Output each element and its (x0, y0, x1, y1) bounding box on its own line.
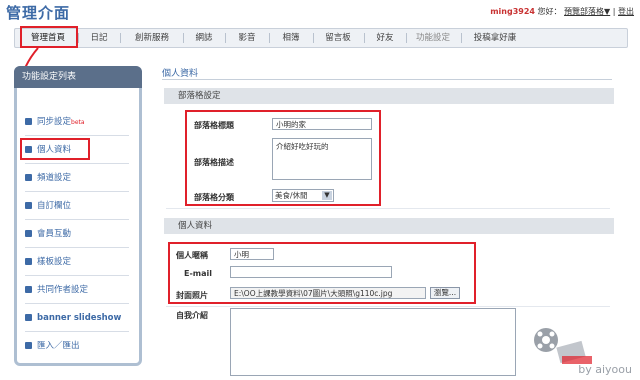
tab-video[interactable]: 影音 (228, 29, 266, 47)
sidebar-divider (25, 275, 129, 276)
about-me-field[interactable] (230, 308, 516, 376)
tab-divider (313, 33, 314, 43)
sidebar-item-member-interaction[interactable]: 會員互動 (23, 225, 133, 243)
sidebar-item-template[interactable]: 樣板設定 (23, 253, 133, 271)
sidebar-divider (25, 135, 129, 136)
row-divider (166, 306, 610, 307)
blog-settings-heading: 部落格設定 (164, 88, 614, 104)
tab-album[interactable]: 相簿 (272, 29, 310, 47)
sidebar-item-label: 樣板設定 (37, 257, 72, 267)
tab-innovation[interactable]: 創新服務 (123, 29, 181, 47)
nickname-field[interactable]: 小明 (230, 248, 274, 260)
sidebar-item-label: 頻道設定 (37, 173, 72, 183)
sidebar-item-custom-fields[interactable]: 自訂欄位 (23, 197, 133, 215)
sidebar-item-label: 匯入／匯出 (37, 341, 80, 351)
nickname-label: 個人暱稱 (176, 251, 208, 260)
app-title: 管理介面 (6, 4, 71, 22)
blog-title-field[interactable]: 小明的家 (272, 118, 372, 130)
bullet-icon (25, 314, 32, 321)
tab-friends[interactable]: 好友 (367, 29, 403, 47)
tab-blog[interactable]: 網誌 (186, 29, 222, 47)
highlight-box-profile-item (20, 138, 90, 160)
sidebar-divider (25, 191, 129, 192)
sidebar-item-coauthors[interactable]: 共同作者設定 (23, 281, 133, 299)
user-bar: ming3924 您好： 預覽部落格▼ | 登出 (490, 6, 634, 17)
tab-divider (406, 33, 407, 43)
sidebar-divider (25, 219, 129, 220)
cover-photo-path[interactable]: E:\OO上課教學資料\07圖片\大頭照\g110c.jpg (230, 287, 426, 299)
sidebar-title: 功能設定列表 (14, 66, 142, 88)
preview-blog-link[interactable]: 預覽部落格▼ (564, 7, 610, 16)
sidebar-divider (25, 247, 129, 248)
main-nav: 管理首頁 日記 創新服務 網誌 影音 相簿 留言板 好友 功能設定 投稿拿好康 (14, 28, 628, 48)
tab-divider (120, 33, 121, 43)
about-me-label: 自我介紹 (176, 311, 208, 320)
sidebar-item-label: 自訂欄位 (37, 201, 72, 211)
tab-guestbook[interactable]: 留言板 (316, 29, 360, 47)
sidebar-item-banner-slideshow[interactable]: banner slideshow (23, 309, 133, 327)
sidebar-item-import-export[interactable]: 匯入／匯出 (23, 337, 133, 355)
bullet-icon (25, 230, 32, 237)
browse-button[interactable]: 瀏覽... (430, 287, 460, 299)
profile-heading: 個人資料 (164, 218, 614, 234)
sidebar-item-label: banner slideshow (37, 313, 122, 323)
email-field[interactable] (230, 266, 392, 278)
bullet-icon (25, 258, 32, 265)
tab-divider (183, 33, 184, 43)
sidebar-item-channel[interactable]: 頻道設定 (23, 169, 133, 187)
top-header: 管理介面 ming3924 您好： 預覽部落格▼ | 登出 (0, 0, 640, 24)
page-title: 個人資料 (162, 69, 199, 79)
greeting-text: 您好： (537, 7, 562, 16)
bullet-icon (25, 202, 32, 209)
selected-value: 美食/休閒 (275, 191, 308, 200)
sidebar-divider (25, 163, 129, 164)
settings-sidebar: 功能設定列表 同步設定beta 個人資料 頻道設定 自訂欄位 會員互動 樣板設定… (14, 66, 142, 366)
cover-photo-label: 封面照片 (176, 291, 208, 300)
sidebar-item-label: 同步設定 (37, 117, 72, 127)
beta-badge: beta (71, 119, 85, 126)
bullet-icon (25, 118, 32, 125)
tab-submit-rewards[interactable]: 投稿拿好康 (464, 29, 526, 47)
highlight-box-home-tab (20, 26, 78, 48)
title-rule (162, 79, 612, 80)
blog-category-select[interactable]: 美食/休閒 ▼ (272, 189, 334, 202)
watermark-text: by aiyoou (578, 363, 632, 376)
sidebar-item-label: 共同作者設定 (37, 285, 89, 295)
sidebar-divider (25, 303, 129, 304)
logout-link[interactable]: 登出 (618, 7, 634, 16)
bullet-icon (25, 174, 32, 181)
sidebar-divider (25, 331, 129, 332)
blog-description-field[interactable]: 介紹好吃好玩的 (272, 138, 372, 180)
blog-title-label: 部落格標題 (194, 121, 234, 130)
tab-divider (269, 33, 270, 43)
row-divider (166, 208, 610, 209)
bullet-icon (25, 286, 32, 293)
blog-description-label: 部落格描述 (194, 158, 234, 167)
sidebar-item-label: 會員互動 (37, 229, 72, 239)
chevron-down-icon: ▼ (322, 191, 332, 200)
tab-diary[interactable]: 日記 (81, 29, 117, 47)
tab-divider (78, 33, 79, 43)
sidebar-item-sync[interactable]: 同步設定beta (23, 113, 133, 131)
username: ming3924 (490, 7, 535, 16)
tab-divider (364, 33, 365, 43)
tab-divider (225, 33, 226, 43)
blog-category-label: 部落格分類 (194, 193, 234, 202)
bullet-icon (25, 342, 32, 349)
tab-settings[interactable]: 功能設定 (409, 29, 457, 47)
tab-divider (461, 33, 462, 43)
email-label: E-mail (184, 269, 213, 278)
